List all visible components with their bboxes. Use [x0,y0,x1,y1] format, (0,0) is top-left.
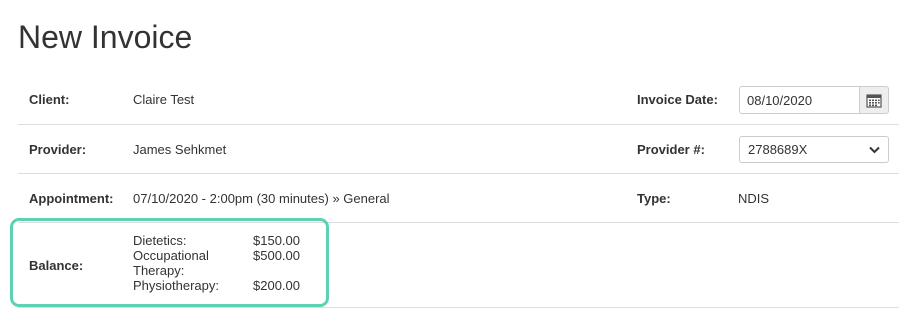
provider-number-selected: 2788689X [748,142,808,157]
invoice-date-group [739,86,889,114]
chevron-down-icon [868,144,880,156]
provider-row: Provider: James Sehkmet Provider #: 2788… [18,125,899,174]
invoice-form: Client: Claire Test Invoice Date: Provid… [18,75,899,308]
provider-number-select[interactable]: 2788689X [739,136,889,163]
provider-label: Provider: [29,141,87,157]
balance-item-name: Occupational Therapy: [133,248,209,278]
invoice-date-input[interactable] [739,86,859,114]
balance-item: Dietetics: $150.00 [133,233,333,248]
client-value: Claire Test [133,92,195,107]
balance-item-amount: $500.00 [253,248,300,263]
calendar-icon [866,93,882,108]
provider-value: James Sehkmet [133,141,227,157]
balance-item-amount: $150.00 [253,233,300,248]
appointment-row: Appointment: 07/10/2020 - 2:00pm (30 min… [18,174,899,223]
client-label: Client: [29,92,70,107]
page-title: New Invoice [18,19,193,55]
balance-item-name: Physiotherapy: [133,278,219,293]
calendar-button[interactable] [859,86,889,114]
balance-list: Dietetics: $150.00 Occupational Therapy:… [133,233,333,293]
client-row: Client: Claire Test Invoice Date: [18,75,899,125]
appointment-value: 07/10/2020 - 2:00pm (30 minutes) » Gener… [133,190,390,206]
balance-item: Occupational Therapy: $500.00 [133,248,333,278]
type-label: Type: [637,190,671,206]
invoice-date-label: Invoice Date: [637,92,718,107]
balance-item: Physiotherapy: $200.00 [133,278,333,293]
balance-label: Balance: [29,258,84,273]
balance-item-name: Dietetics: [133,233,187,248]
appointment-label: Appointment: [29,190,114,206]
provider-number-label: Provider #: [637,141,705,157]
type-value: NDIS [738,190,770,206]
balance-item-amount: $200.00 [253,278,300,293]
balance-row: Balance: Dietetics: $150.00 Occupational… [18,223,899,308]
